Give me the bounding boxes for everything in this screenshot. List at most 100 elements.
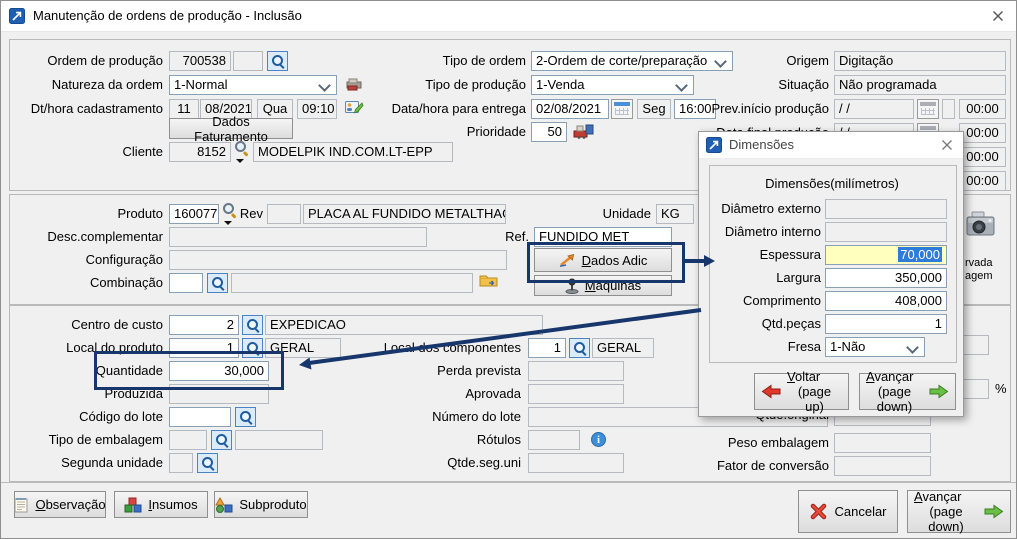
- folder-icon[interactable]: [479, 273, 498, 288]
- unidade-field: KG: [656, 204, 694, 224]
- codigo-lote-field[interactable]: [169, 407, 231, 427]
- situacao-field: Não programada: [834, 75, 1006, 95]
- app-icon: [9, 8, 25, 24]
- qtd-pecas-label: Qtd.peças: [711, 314, 821, 334]
- prev-inicio-weekday-field: [942, 99, 955, 119]
- camera-icon[interactable]: [966, 211, 996, 238]
- desc-complementar-label: Desc.complementar: [11, 227, 163, 247]
- combinacao-label: Combinação: [11, 273, 163, 293]
- tipo-embalagem-code-field: [169, 430, 207, 450]
- ref-label: Ref.: [499, 227, 529, 247]
- origem-label: Origem: [641, 51, 829, 71]
- cliente-search-icon[interactable]: [234, 140, 250, 156]
- natureza-select[interactable]: 1-Normal: [169, 75, 337, 95]
- centro-custo-search-button-icon[interactable]: [242, 315, 263, 335]
- time-row6-field: 00:00: [959, 171, 1006, 191]
- dados-adic-button[interactable]: Dados Adic: [534, 248, 672, 272]
- local-produto-code-field[interactable]: 1: [169, 338, 239, 358]
- produto-field[interactable]: 160077: [169, 204, 219, 224]
- cadastro-label: Dt/hora cadastramento: [11, 99, 163, 119]
- centro-custo-code-field[interactable]: 2: [169, 315, 239, 335]
- cliente-dropdown-triangle-icon[interactable]: [236, 159, 244, 163]
- espessura-field[interactable]: 70,000: [825, 245, 947, 265]
- combinacao-code-field[interactable]: [169, 273, 203, 293]
- comprimento-field[interactable]: 408,000: [825, 291, 947, 311]
- observacao-button[interactable]: Observação: [14, 491, 106, 518]
- cancelar-button[interactable]: Cancelar: [798, 490, 898, 533]
- local-produto-search-button-icon[interactable]: [242, 338, 263, 358]
- dialog-avancar-button[interactable]: Avançar(page down): [859, 373, 956, 410]
- insumos-button[interactable]: Insumos: [114, 491, 208, 518]
- qtd-pecas-field[interactable]: 1: [825, 314, 947, 334]
- arrow-right-green-icon: [929, 384, 949, 399]
- data-final-time-field: 00:00: [959, 123, 1006, 143]
- maquinas-button[interactable]: Máquinas: [534, 275, 672, 296]
- qtde-seg-uni-label: Qtde.seg.uni: [336, 453, 521, 473]
- numero-lote-label: Número do lote: [336, 407, 521, 427]
- close-icon[interactable]: [992, 10, 1004, 22]
- rotulos-field: [528, 430, 580, 450]
- footer-separator: [1, 482, 1017, 483]
- cubes-icon: [124, 497, 142, 513]
- tipo-embalagem-name-field: [235, 430, 323, 450]
- cliente-label: Cliente: [11, 142, 163, 162]
- configuracao-field: [169, 250, 507, 270]
- unidade-label: Unidade: [591, 204, 651, 224]
- avancar-button[interactable]: Avançar(page down): [907, 490, 1011, 533]
- entrega-label: Data/hora para entrega: [341, 99, 526, 119]
- rotulos-label: Rótulos: [336, 430, 521, 450]
- produto-search-icon[interactable]: [222, 202, 238, 218]
- close-icon[interactable]: [941, 139, 953, 151]
- local-componentes-name-field: GERAL: [592, 338, 654, 358]
- app-icon: [706, 137, 722, 153]
- segunda-unidade-search-button-icon[interactable]: [197, 453, 218, 473]
- cadastro-time-field: 09:10: [297, 99, 337, 119]
- cancel-x-icon: [809, 503, 828, 520]
- local-componentes-search-button-icon[interactable]: [569, 338, 590, 358]
- quantidade-label: Quantidade: [11, 361, 163, 381]
- chevron-down-icon: [318, 79, 331, 92]
- chevron-down-icon: [906, 341, 919, 354]
- prioridade-field[interactable]: 50: [531, 122, 567, 142]
- codigo-lote-search-button-icon[interactable]: [235, 407, 256, 427]
- ordem-field: 700538: [169, 51, 231, 71]
- peso-embalagem-field: [834, 433, 931, 453]
- info-icon[interactable]: [591, 432, 606, 447]
- tipo-producao-label: Tipo de produção: [341, 75, 526, 95]
- ordem-label: Ordem de produção: [11, 51, 163, 71]
- entrega-date-field[interactable]: 02/08/2021: [531, 99, 609, 119]
- subproduto-button[interactable]: Subproduto: [214, 491, 308, 518]
- tipo-embalagem-search-button-icon[interactable]: [211, 430, 232, 450]
- diametro-interno-field: [825, 222, 947, 242]
- largura-label: Largura: [711, 268, 821, 288]
- dimensoes-header: Dimensões(milímetros): [719, 174, 945, 194]
- fresa-select[interactable]: 1-Não: [825, 337, 925, 357]
- local-componentes-code-field[interactable]: 1: [528, 338, 566, 358]
- entrega-calendar-icon[interactable]: [611, 99, 633, 119]
- qtde-seg-uni-field: [528, 453, 624, 473]
- produzida-field: [169, 384, 269, 404]
- local-componentes-label: Local dos componentes: [336, 338, 521, 358]
- prioridade-label: Prioridade: [341, 122, 526, 142]
- tipo-ordem-label: Tipo de ordem: [341, 51, 526, 71]
- ref-field[interactable]: FUNDIDO MET: [534, 227, 672, 247]
- dimensoes-dialog: Dimensões Dimensões(milímetros) Diâmetro…: [698, 131, 964, 417]
- largura-field[interactable]: 350,000: [825, 268, 947, 288]
- arrow-left-red-icon: [761, 384, 781, 399]
- ordem-search-button-icon[interactable]: [267, 51, 288, 71]
- produto-dropdown-triangle-icon[interactable]: [224, 221, 232, 225]
- voltar-button[interactable]: Voltar(page up): [754, 373, 849, 410]
- dados-faturamento-button[interactable]: Dados Faturamento: [169, 118, 293, 139]
- ordem-suffix-field: [233, 51, 263, 71]
- prev-inicio-calendar-icon: [917, 99, 939, 119]
- arrow-right-green-icon: [984, 504, 1004, 519]
- centro-custo-name-field: EXPEDICAO: [265, 315, 543, 335]
- combinacao-search-button-icon[interactable]: [207, 273, 228, 293]
- quantidade-field[interactable]: 30,000: [169, 361, 269, 381]
- machine-icon[interactable]: [573, 122, 595, 139]
- notepad-icon: [14, 497, 29, 513]
- tipo-embalagem-label: Tipo de embalagem: [11, 430, 163, 450]
- percent-label: %: [995, 379, 1015, 399]
- espessura-label: Espessura: [711, 245, 821, 265]
- rev-field: [267, 204, 301, 224]
